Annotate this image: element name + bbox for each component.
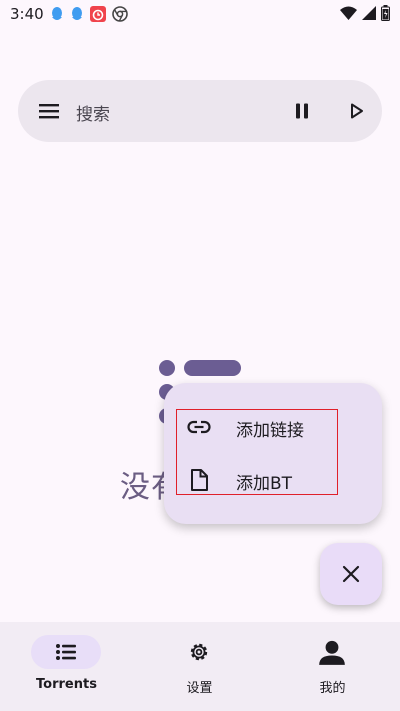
add-bt-label: 添加BT (236, 474, 293, 494)
status-bar: 3:40 (0, 0, 400, 28)
menu-icon[interactable] (38, 100, 60, 122)
nav-item-torrents[interactable]: Torrents (0, 622, 133, 711)
nav-item-profile[interactable]: 我的 (266, 622, 399, 711)
bottom-navigation: Torrents 设置 我的 (0, 622, 400, 711)
chrome-icon (112, 6, 128, 22)
resume-all-button[interactable] (344, 99, 368, 123)
gear-icon (190, 643, 208, 661)
status-time: 3:40 (10, 5, 44, 23)
close-icon (342, 565, 360, 583)
notification-icons (50, 6, 128, 22)
add-bt-menu-item[interactable]: 添加BT (186, 462, 376, 498)
qq-icon (72, 7, 82, 20)
wifi-icon (340, 6, 357, 20)
add-torrent-menu: 添加链接 添加BT (164, 383, 382, 524)
add-link-menu-item[interactable]: 添加链接 (186, 409, 376, 445)
alarm-app-icon (90, 6, 106, 22)
nav-label-torrents: Torrents (36, 677, 97, 692)
battery-icon (381, 5, 390, 21)
search-bar[interactable]: 搜索 (18, 80, 382, 142)
system-icons (340, 5, 390, 21)
signal-icon (362, 6, 376, 20)
add-link-label: 添加链接 (236, 421, 304, 441)
close-menu-button[interactable] (320, 543, 382, 605)
list-icon (56, 644, 76, 660)
nav-label-profile: 我的 (319, 681, 346, 696)
link-icon (187, 420, 211, 434)
pause-all-button[interactable] (290, 99, 314, 123)
nav-item-settings[interactable]: 设置 (133, 622, 266, 711)
search-label[interactable]: 搜索 (76, 100, 110, 125)
file-icon (191, 469, 208, 491)
qq-icon (52, 7, 62, 20)
nav-label-settings: 设置 (186, 681, 213, 696)
person-icon (319, 640, 345, 665)
